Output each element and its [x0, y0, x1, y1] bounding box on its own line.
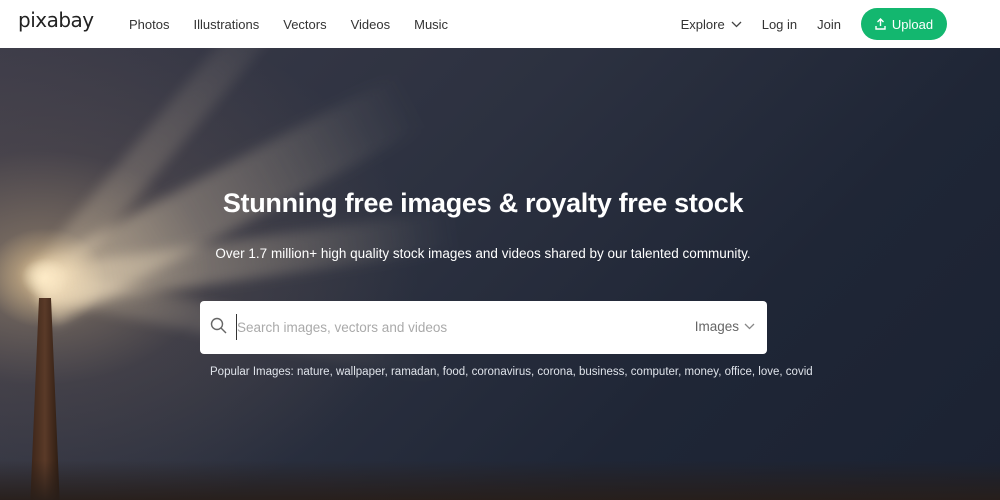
popular-tag[interactable]: money: [685, 366, 719, 378]
popular-label: Popular Images:: [210, 366, 294, 378]
chevron-down-icon: [731, 21, 742, 27]
nav-vectors[interactable]: Vectors: [283, 17, 326, 32]
search-icon: [210, 317, 227, 334]
upload-icon: [875, 18, 886, 30]
ground-shadow: [0, 460, 1000, 500]
join-link[interactable]: Join: [817, 17, 841, 32]
upload-button[interactable]: Upload: [861, 8, 947, 40]
hero-banner: Stunning free images & royalty free stoc…: [0, 48, 1000, 500]
main-nav: Photos Illustrations Vectors Videos Musi…: [129, 0, 472, 48]
nav-photos[interactable]: Photos: [129, 17, 169, 32]
nav-videos[interactable]: Videos: [351, 17, 391, 32]
popular-tag[interactable]: nature: [297, 366, 330, 378]
pixabay-logo[interactable]: pixabay: [18, 8, 94, 32]
hero-subline: Over 1.7 million+ high quality stock ima…: [215, 246, 751, 261]
explore-label: Explore: [680, 16, 725, 32]
popular-tag[interactable]: corona: [537, 366, 572, 378]
upload-label: Upload: [891, 16, 934, 32]
search-input[interactable]: [236, 314, 676, 340]
popular-tag[interactable]: food: [443, 366, 465, 378]
popular-tag-list: nature, wallpaper, ramadan, food, corona…: [296, 366, 813, 378]
popular-tag[interactable]: wallpaper: [336, 366, 385, 378]
popular-tag[interactable]: coronavirus: [472, 366, 531, 378]
search-type-label: Images: [694, 319, 739, 334]
popular-tag[interactable]: computer: [631, 366, 678, 378]
nav-music[interactable]: Music: [414, 17, 448, 32]
popular-tags: Popular Images: nature, wallpaper, ramad…: [210, 366, 813, 378]
popular-tag[interactable]: ramadan: [391, 366, 436, 378]
top-header: pixabay Photos Illustrations Vectors Vid…: [0, 0, 1000, 48]
header-actions: Explore Log in Join Upload: [681, 0, 1000, 48]
popular-tag[interactable]: covid: [786, 366, 813, 378]
nav-illustrations[interactable]: Illustrations: [193, 17, 259, 32]
chevron-down-icon: [744, 323, 755, 330]
hero-headline: Stunning free images & royalty free stoc…: [222, 188, 744, 218]
search-type-select[interactable]: Images: [695, 319, 755, 334]
login-link[interactable]: Log in: [762, 17, 797, 32]
explore-menu[interactable]: Explore: [681, 17, 742, 32]
popular-tag[interactable]: office: [725, 366, 752, 378]
popular-tag[interactable]: love: [758, 366, 779, 378]
search-bar: Images: [200, 301, 767, 354]
popular-tag[interactable]: business: [579, 366, 624, 378]
